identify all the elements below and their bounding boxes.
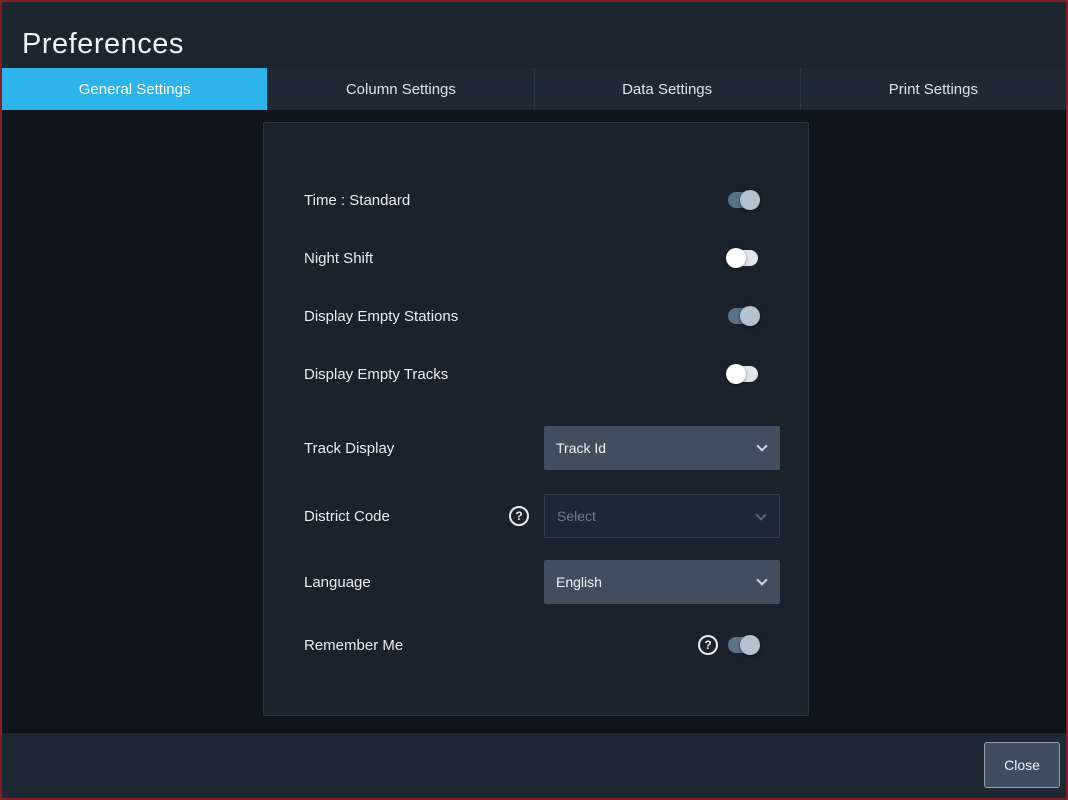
night-shift-label: Night Shift: [304, 249, 374, 267]
chevron-down-icon: [756, 440, 768, 452]
row-language: Language English: [264, 560, 808, 604]
display-empty-stations-label: Display Empty Stations: [304, 307, 459, 325]
display-empty-tracks-toggle[interactable]: [726, 364, 758, 384]
chevron-down-icon: [756, 574, 768, 586]
night-shift-toggle[interactable]: [726, 248, 758, 268]
language-select[interactable]: English: [544, 560, 780, 604]
help-icon[interactable]: ?: [698, 635, 718, 655]
toggle-knob: [726, 364, 746, 384]
settings-panel: Time : Standard Night Shift Display Empt…: [263, 122, 809, 716]
track-display-value: Track Id: [556, 440, 607, 456]
close-button[interactable]: Close: [984, 742, 1060, 788]
time-standard-toggle[interactable]: [728, 190, 760, 210]
district-code-label: District Code: [304, 507, 390, 525]
tab-general-settings[interactable]: General Settings: [2, 68, 268, 110]
row-display-empty-tracks: Display Empty Tracks: [264, 353, 808, 395]
row-track-display: Track Display Track Id: [264, 426, 808, 470]
remember-me-toggle[interactable]: [728, 635, 760, 655]
district-code-value: Select: [557, 508, 596, 524]
tab-data-settings[interactable]: Data Settings: [533, 68, 800, 110]
track-display-select[interactable]: Track Id: [544, 426, 780, 470]
page-title: Preferences: [22, 28, 184, 60]
toggle-knob: [726, 248, 746, 268]
titlebar: Preferences: [2, 2, 1066, 68]
tab-print-settings[interactable]: Print Settings: [799, 68, 1066, 110]
toggle-knob: [740, 190, 760, 210]
toggle-knob: [740, 306, 760, 326]
help-icon[interactable]: ?: [509, 506, 529, 526]
preferences-window: Preferences General Settings Column Sett…: [0, 0, 1068, 800]
tab-bar: General Settings Column Settings Data Se…: [2, 68, 1066, 110]
row-night-shift: Night Shift: [264, 237, 808, 279]
language-value: English: [556, 574, 602, 590]
toggle-knob: [740, 635, 760, 655]
row-district-code: District Code ? Select: [264, 494, 808, 538]
row-display-empty-stations: Display Empty Stations: [264, 295, 808, 337]
remember-me-label: Remember Me: [304, 636, 404, 654]
language-label: Language: [304, 573, 371, 591]
time-standard-label: Time : Standard: [304, 191, 411, 209]
row-remember-me: Remember Me ?: [264, 624, 808, 666]
display-empty-stations-toggle[interactable]: [728, 306, 760, 326]
track-display-label: Track Display: [304, 439, 395, 457]
content-area: Time : Standard Night Shift Display Empt…: [2, 110, 1066, 736]
district-code-select[interactable]: Select: [544, 494, 780, 538]
chevron-down-icon: [755, 509, 767, 521]
row-time-standard: Time : Standard: [264, 179, 808, 221]
footer-bar: Close: [2, 732, 1066, 798]
display-empty-tracks-label: Display Empty Tracks: [304, 365, 449, 383]
tab-column-settings[interactable]: Column Settings: [267, 68, 533, 110]
